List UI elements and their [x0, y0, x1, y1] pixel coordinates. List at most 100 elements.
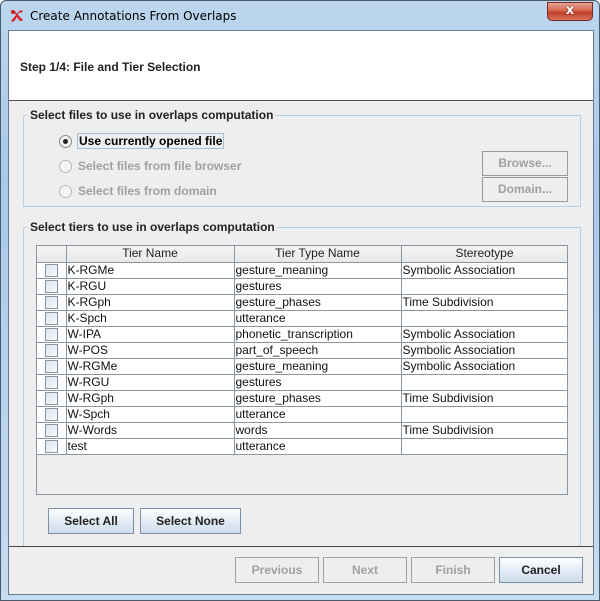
tier-name-cell[interactable]: test — [66, 438, 235, 455]
table-row[interactable]: W-RGMe gesture_meaning Symbolic Associatio… — [37, 358, 567, 375]
tier-checkbox[interactable] — [44, 423, 58, 437]
tier-checkbox[interactable] — [44, 327, 58, 341]
select-cell[interactable] — [37, 390, 67, 407]
tier-type-cell[interactable]: part_of_speech — [234, 342, 402, 359]
tier-type-cell[interactable]: words — [234, 422, 402, 439]
tier-checkbox[interactable] — [44, 407, 58, 421]
tier-checkbox[interactable] — [44, 263, 58, 277]
step-title: Step 1/4: File and Tier Selection — [20, 60, 201, 74]
select-cell[interactable] — [37, 438, 67, 455]
select-cell[interactable] — [37, 262, 67, 279]
select-cell[interactable] — [37, 278, 67, 295]
tier-name-cell[interactable]: W-RGph — [66, 390, 235, 407]
tier-name-cell[interactable]: K-RGph — [66, 294, 235, 311]
table-row[interactable]: W-IPA phonetic_transcription Symbolic Asso… — [37, 326, 567, 343]
cancel-button[interactable]: Cancel — [499, 557, 583, 583]
tier-type-cell[interactable]: utterance — [234, 310, 402, 327]
select-cell[interactable] — [37, 310, 67, 327]
tier-type-cell[interactable]: utterance — [234, 438, 402, 455]
title-bar[interactable]: Create Annotations From Overlaps x — [1, 1, 599, 30]
tier-type-cell[interactable]: phonetic_transcription — [234, 326, 402, 343]
select-cell[interactable] — [37, 294, 67, 311]
select-cell[interactable] — [37, 422, 67, 439]
tier-type-cell[interactable]: gesture_phases — [234, 390, 402, 407]
stereotype-cell[interactable]: Symbolic Association — [401, 358, 567, 375]
radio-button[interactable] — [59, 184, 72, 198]
select-cell[interactable] — [37, 358, 67, 375]
radio-domain[interactable]: Select files from domain — [59, 182, 218, 200]
domain-button[interactable]: Domain... — [482, 177, 568, 202]
tier-type-cell[interactable]: gestures — [234, 374, 402, 391]
browse-button[interactable]: Browse... — [482, 151, 568, 176]
tier-type-cell[interactable]: utterance — [234, 406, 402, 423]
column-header-tier-name[interactable]: Tier Name — [66, 246, 235, 263]
tier-checkbox[interactable] — [44, 439, 58, 453]
tier-name-cell[interactable]: W-IPA — [66, 326, 235, 343]
tiers-table-scrollpane[interactable]: Tier Name Tier Type Name Stereotype K-RG… — [36, 245, 568, 495]
finish-button[interactable]: Finish — [411, 557, 495, 583]
tier-type-cell[interactable]: gestures — [234, 278, 402, 295]
tier-type-cell[interactable]: gesture_meaning — [234, 262, 402, 279]
column-header-stereotype[interactable]: Stereotype — [401, 246, 567, 263]
table-row[interactable]: K-RGU gestures — [37, 278, 567, 295]
tier-name-cell[interactable]: W-RGU — [66, 374, 235, 391]
tier-name-cell[interactable]: K-Spch — [66, 310, 235, 327]
stereotype-cell[interactable]: Time Subdivision — [401, 422, 567, 439]
column-header-tier-type[interactable]: Tier Type Name — [234, 246, 402, 263]
dialog-content: Step 1/4: File and Tier Selection Select… — [8, 30, 594, 595]
tier-name-cell[interactable]: W-RGMe — [66, 358, 235, 375]
select-cell[interactable] — [37, 374, 67, 391]
column-header-select[interactable] — [37, 246, 67, 263]
tier-checkbox[interactable] — [44, 343, 58, 357]
dialog-window: Create Annotations From Overlaps x Step … — [0, 0, 600, 601]
radio-file-browser[interactable]: Select files from file browser — [59, 157, 242, 175]
tier-checkbox[interactable] — [44, 375, 58, 389]
step-header: Step 1/4: File and Tier Selection — [9, 31, 593, 101]
tier-type-cell[interactable]: gesture_phases — [234, 294, 402, 311]
table-row[interactable]: W-POS part_of_speech Symbolic Association — [37, 342, 567, 359]
table-row[interactable]: W-Spch utterance — [37, 406, 567, 423]
tier-name-cell[interactable]: W-Words — [66, 422, 235, 439]
table-row[interactable]: K-RGph gesture_phases Time Subdivision — [37, 294, 567, 311]
next-button[interactable]: Next — [323, 557, 407, 583]
stereotype-cell[interactable] — [401, 374, 567, 391]
tier-checkbox[interactable] — [44, 311, 58, 325]
stereotype-cell[interactable]: Symbolic Association — [401, 342, 567, 359]
window-title: Create Annotations From Overlaps — [30, 9, 237, 23]
stereotype-cell[interactable] — [401, 278, 567, 295]
tier-checkbox[interactable] — [44, 359, 58, 373]
table-row[interactable]: W-RGph gesture_phases Time Subdivision — [37, 390, 567, 407]
radio-button-selected[interactable] — [59, 134, 72, 148]
tier-checkbox[interactable] — [44, 391, 58, 405]
select-cell[interactable] — [37, 326, 67, 343]
previous-button[interactable]: Previous — [235, 557, 319, 583]
tier-type-cell[interactable]: gesture_meaning — [234, 358, 402, 375]
select-cell[interactable] — [37, 342, 67, 359]
tier-checkbox[interactable] — [44, 295, 58, 309]
stereotype-cell[interactable]: Symbolic Association — [401, 326, 567, 343]
close-button[interactable]: x — [547, 2, 593, 21]
elan-x-logo-icon — [11, 10, 23, 22]
radio-use-current-file[interactable]: Use currently opened file — [59, 132, 225, 150]
tier-name-cell[interactable]: K-RGMe — [66, 262, 235, 279]
select-all-button[interactable]: Select All — [48, 508, 134, 534]
table-row[interactable]: K-Spch utterance — [37, 310, 567, 327]
stereotype-cell[interactable]: Time Subdivision — [401, 294, 567, 311]
stereotype-cell[interactable] — [401, 310, 567, 327]
stereotype-cell[interactable]: Time Subdivision — [401, 390, 567, 407]
table-row[interactable]: W-Words words Time Subdivision — [37, 422, 567, 439]
tier-checkbox[interactable] — [44, 279, 58, 293]
tiers-group: Select tiers to use in overlaps computat… — [23, 220, 581, 547]
tier-name-cell[interactable]: W-Spch — [66, 406, 235, 423]
stereotype-cell[interactable] — [401, 406, 567, 423]
tier-name-cell[interactable]: W-POS — [66, 342, 235, 359]
stereotype-cell[interactable] — [401, 438, 567, 455]
table-row[interactable]: K-RGMe gesture_meaning Symbolic Associatio… — [37, 262, 567, 279]
tier-name-cell[interactable]: K-RGU — [66, 278, 235, 295]
table-row[interactable]: test utterance — [37, 438, 567, 455]
select-none-button[interactable]: Select None — [140, 508, 241, 534]
stereotype-cell[interactable]: Symbolic Association — [401, 262, 567, 279]
radio-button[interactable] — [59, 159, 72, 173]
select-cell[interactable] — [37, 406, 67, 423]
table-row[interactable]: W-RGU gestures — [37, 374, 567, 391]
